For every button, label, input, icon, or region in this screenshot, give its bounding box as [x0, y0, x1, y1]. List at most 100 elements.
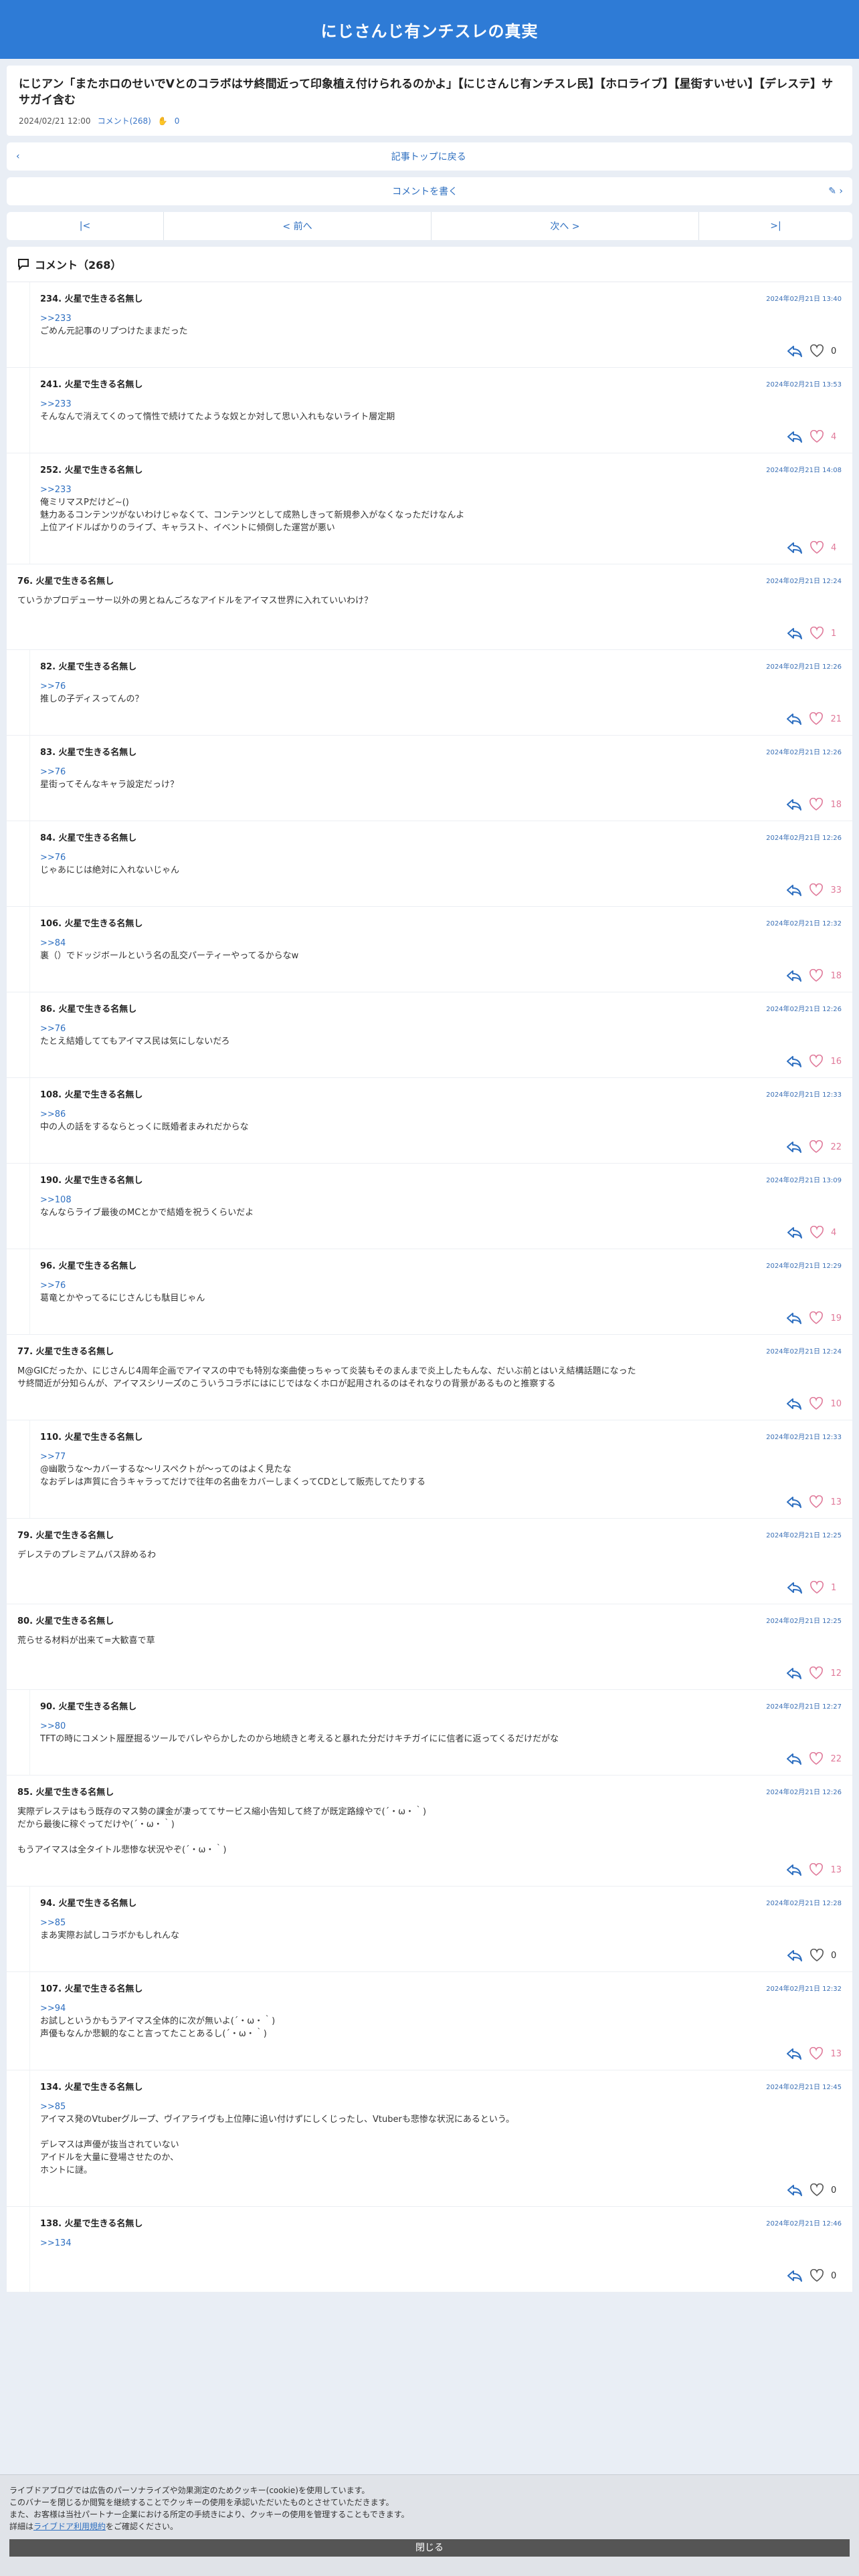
reply-anchor-link[interactable]: >>85: [40, 1917, 842, 1929]
reply-icon[interactable]: [786, 970, 802, 982]
heart-icon[interactable]: [809, 1949, 824, 1962]
reply-icon[interactable]: [787, 542, 803, 554]
reply-anchor-link[interactable]: >>76: [40, 766, 842, 778]
comment-date: 2024年02月21日 12:26: [766, 835, 842, 842]
reply-anchor-link[interactable]: >>94: [40, 2002, 842, 2015]
comment-date: 2024年02月21日 12:25: [766, 1532, 842, 1539]
reply-anchor-link[interactable]: >>76: [40, 1279, 842, 1292]
reply-anchor-link[interactable]: >>76: [40, 680, 842, 693]
comment-author: 90. 火星で生きる名無し: [40, 1702, 137, 1712]
heart-icon[interactable]: [809, 798, 824, 811]
heart-icon[interactable]: [809, 1667, 824, 1680]
reply-anchor-link[interactable]: >>108: [40, 1194, 842, 1206]
first-page-button[interactable]: |<: [7, 212, 164, 240]
reply-anchor-link[interactable]: >>85: [40, 2101, 842, 2113]
back-to-top-button[interactable]: ‹ 記事トップに戻る: [7, 142, 852, 171]
reply-icon[interactable]: [786, 2048, 802, 2060]
comment-author: 86. 火星で生きる名無し: [40, 1004, 137, 1014]
heart-icon[interactable]: [809, 1140, 824, 1154]
like-count: 18: [830, 799, 842, 810]
reply-icon[interactable]: [786, 1667, 802, 1679]
reply-anchor-link[interactable]: >>233: [40, 484, 842, 496]
heart-icon[interactable]: [809, 1311, 824, 1325]
cookie-text-3: また、お客様は当社パートナー企業における所定の手続きにより、クッキーの使用を管理…: [9, 2510, 409, 2519]
reply-anchor-link[interactable]: >>134: [40, 2237, 842, 2250]
comment-date: 2024年02月21日 12:32: [766, 1985, 842, 1993]
reply-icon[interactable]: [786, 884, 802, 896]
heart-icon[interactable]: [809, 627, 824, 640]
prev-page-button[interactable]: < 前へ: [164, 212, 432, 240]
heart-icon[interactable]: [809, 1581, 824, 1594]
comment-body: >>76 推しの子ディスってんの？: [40, 680, 842, 706]
comment-author: 82. 火星で生きる名無し: [40, 662, 137, 672]
heart-icon[interactable]: [809, 1863, 824, 1876]
reply-anchor-link[interactable]: >>80: [40, 1720, 842, 1733]
reply-icon[interactable]: [786, 1312, 802, 1324]
comment-body: >>84 裏（）でドッジボールという名の乱交パーティーやってるからなw: [40, 937, 842, 962]
heart-icon[interactable]: [809, 2269, 824, 2282]
comment-item: 110. 火星で生きる名無し 2024年02月21日 12:33 >>77 @幽歌うな…: [7, 1420, 852, 1519]
last-page-button[interactable]: >|: [699, 212, 852, 240]
reply-icon[interactable]: [787, 345, 803, 357]
heart-icon[interactable]: [809, 1397, 824, 1410]
comment-item: 134. 火星で生きる名無し 2024年02月21日 12:45 >>85 アイマス発…: [7, 2070, 852, 2207]
reply-icon[interactable]: [787, 2184, 803, 2196]
reply-anchor-link[interactable]: >>84: [40, 937, 842, 950]
heart-icon[interactable]: [809, 1226, 824, 1239]
comments-count-link[interactable]: コメント(268): [98, 115, 151, 126]
reply-anchor-link[interactable]: >>233: [40, 398, 842, 411]
comment-body: 実際デレステはもう既存のマス勢の課金が凄っててサービス縮小告知して終了が既定路線…: [17, 1806, 842, 1856]
comment-body: M@GICだったか、にじさんじ4周年企画でアイマスの中でも特別な楽曲使っちゃって…: [17, 1365, 842, 1390]
next-page-button[interactable]: 次へ >: [432, 212, 699, 240]
heart-icon[interactable]: [809, 1055, 824, 1068]
heart-icon[interactable]: [809, 1495, 824, 1509]
comment-item: 76. 火星で生きる名無し 2024年02月21日 12:24 ていうかプロデューサ…: [7, 564, 852, 650]
reply-anchor-link[interactable]: >>77: [40, 1451, 842, 1463]
reply-anchor-link[interactable]: >>233: [40, 312, 842, 325]
reply-icon[interactable]: [786, 1398, 802, 1410]
reply-anchor-link[interactable]: >>76: [40, 1023, 842, 1035]
heart-icon[interactable]: [809, 969, 824, 982]
first-page-label: |<: [79, 221, 91, 231]
heart-icon[interactable]: [809, 541, 824, 554]
reply-icon[interactable]: [787, 1582, 803, 1594]
comment-text: @幽歌うな〜カバーするな〜リスペクトが〜ってのはよく見たな なおデレは声質に合う…: [40, 1465, 426, 1487]
reply-icon[interactable]: [787, 1226, 803, 1239]
comment-text: たとえ結婚しててもアイマス民は気にしないだろ: [40, 1037, 230, 1047]
reply-icon[interactable]: [786, 1864, 802, 1876]
comment-body: >>76 たとえ結婚しててもアイマス民は気にしないだろ: [40, 1023, 842, 1048]
heart-icon[interactable]: [809, 2047, 824, 2060]
heart-icon[interactable]: [809, 712, 824, 726]
reply-icon[interactable]: [786, 1753, 802, 1765]
reply-icon[interactable]: [786, 713, 802, 725]
terms-link[interactable]: ライブドア利用規約: [33, 2522, 106, 2531]
heart-icon[interactable]: [809, 1752, 824, 1765]
comment-bubble-icon: [17, 258, 29, 270]
comment-date: 2024年02月21日 12:25: [766, 1618, 842, 1625]
heart-icon[interactable]: [809, 430, 824, 443]
clap-icon[interactable]: ✋: [158, 116, 168, 126]
reply-icon[interactable]: [786, 1496, 802, 1508]
site-title[interactable]: にじさんじ有ンチスレの真実: [321, 18, 539, 41]
comment-author: 76. 火星で生きる名無し: [17, 576, 114, 586]
reply-icon[interactable]: [787, 431, 803, 443]
site-header: にじさんじ有ンチスレの真実: [0, 0, 859, 59]
reply-icon[interactable]: [787, 627, 803, 639]
reply-icon[interactable]: [786, 1141, 802, 1153]
write-comment-button[interactable]: コメントを書く ✎ ›: [7, 177, 852, 205]
reply-icon[interactable]: [787, 2270, 803, 2282]
comment-item: 90. 火星で生きる名無し 2024年02月21日 12:27 >>80 TFTの時に…: [7, 1690, 852, 1776]
comment-text: そんなんで消えてくのって惰性で続けてたような奴とか対して思い入れもないライト層定…: [40, 412, 395, 422]
cookie-close-button[interactable]: 閉じる: [9, 2539, 850, 2557]
heart-icon[interactable]: [809, 2183, 824, 2197]
reply-icon[interactable]: [786, 1055, 802, 1067]
reply-anchor-link[interactable]: >>76: [40, 851, 842, 864]
comment-body: >>76 葛竜とかやってるにじさんじも駄目じゃん: [40, 1279, 842, 1305]
reply-icon[interactable]: [787, 1949, 803, 1961]
heart-icon[interactable]: [809, 344, 824, 358]
heart-icon[interactable]: [809, 883, 824, 897]
comment-text: 星街ってそんなキャラ設定だっけ？: [40, 780, 179, 790]
reply-anchor-link[interactable]: >>86: [40, 1108, 842, 1121]
reply-icon[interactable]: [786, 798, 802, 811]
comment-date: 2024年02月21日 12:46: [766, 2220, 842, 2228]
